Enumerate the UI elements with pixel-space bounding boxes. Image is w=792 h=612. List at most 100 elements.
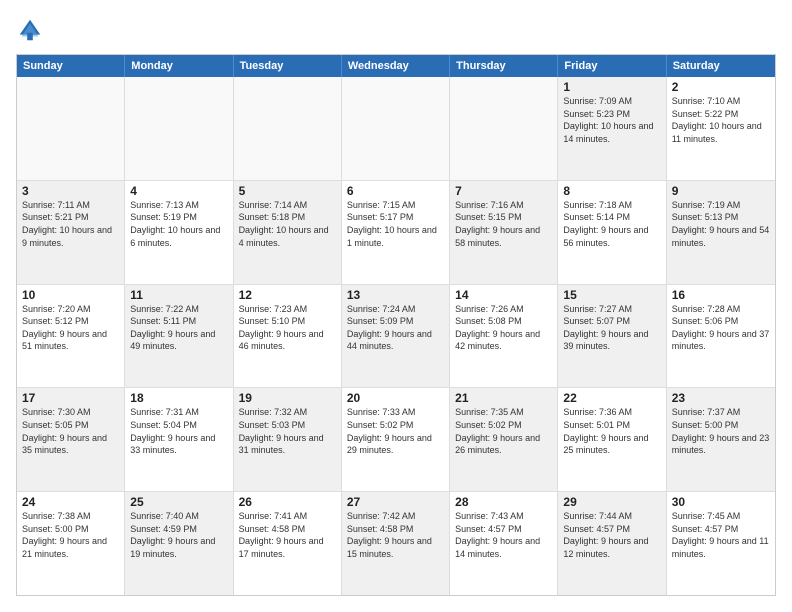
calendar-cell-day-14: 14Sunrise: 7:26 AM Sunset: 5:08 PM Dayli… [450, 285, 558, 388]
day-number: 26 [239, 495, 336, 509]
day-number: 15 [563, 288, 660, 302]
calendar-cell-day-6: 6Sunrise: 7:15 AM Sunset: 5:17 PM Daylig… [342, 181, 450, 284]
day-number: 30 [672, 495, 770, 509]
cell-info-text: Sunrise: 7:22 AM Sunset: 5:11 PM Dayligh… [130, 303, 227, 353]
calendar: SundayMondayTuesdayWednesdayThursdayFrid… [16, 54, 776, 596]
cell-info-text: Sunrise: 7:28 AM Sunset: 5:06 PM Dayligh… [672, 303, 770, 353]
calendar-cell-day-22: 22Sunrise: 7:36 AM Sunset: 5:01 PM Dayli… [558, 388, 666, 491]
cell-info-text: Sunrise: 7:38 AM Sunset: 5:00 PM Dayligh… [22, 510, 119, 560]
cell-info-text: Sunrise: 7:15 AM Sunset: 5:17 PM Dayligh… [347, 199, 444, 249]
day-number: 4 [130, 184, 227, 198]
day-number: 27 [347, 495, 444, 509]
header-day-tuesday: Tuesday [234, 55, 342, 77]
calendar-cell-day-18: 18Sunrise: 7:31 AM Sunset: 5:04 PM Dayli… [125, 388, 233, 491]
day-number: 3 [22, 184, 119, 198]
calendar-cell-day-28: 28Sunrise: 7:43 AM Sunset: 4:57 PM Dayli… [450, 492, 558, 595]
calendar-cell-day-12: 12Sunrise: 7:23 AM Sunset: 5:10 PM Dayli… [234, 285, 342, 388]
cell-info-text: Sunrise: 7:18 AM Sunset: 5:14 PM Dayligh… [563, 199, 660, 249]
calendar-cell-empty [17, 77, 125, 180]
calendar-body: 1Sunrise: 7:09 AM Sunset: 5:23 PM Daylig… [17, 77, 775, 595]
day-number: 8 [563, 184, 660, 198]
page: SundayMondayTuesdayWednesdayThursdayFrid… [0, 0, 792, 612]
day-number: 12 [239, 288, 336, 302]
calendar-cell-day-10: 10Sunrise: 7:20 AM Sunset: 5:12 PM Dayli… [17, 285, 125, 388]
header-day-friday: Friday [558, 55, 666, 77]
header-day-monday: Monday [125, 55, 233, 77]
header [16, 16, 776, 44]
calendar-cell-day-11: 11Sunrise: 7:22 AM Sunset: 5:11 PM Dayli… [125, 285, 233, 388]
cell-info-text: Sunrise: 7:32 AM Sunset: 5:03 PM Dayligh… [239, 406, 336, 456]
day-number: 2 [672, 80, 770, 94]
calendar-cell-day-17: 17Sunrise: 7:30 AM Sunset: 5:05 PM Dayli… [17, 388, 125, 491]
calendar-row-5: 24Sunrise: 7:38 AM Sunset: 5:00 PM Dayli… [17, 492, 775, 595]
day-number: 20 [347, 391, 444, 405]
cell-info-text: Sunrise: 7:11 AM Sunset: 5:21 PM Dayligh… [22, 199, 119, 249]
cell-info-text: Sunrise: 7:16 AM Sunset: 5:15 PM Dayligh… [455, 199, 552, 249]
day-number: 14 [455, 288, 552, 302]
cell-info-text: Sunrise: 7:41 AM Sunset: 4:58 PM Dayligh… [239, 510, 336, 560]
calendar-row-4: 17Sunrise: 7:30 AM Sunset: 5:05 PM Dayli… [17, 388, 775, 492]
calendar-cell-day-1: 1Sunrise: 7:09 AM Sunset: 5:23 PM Daylig… [558, 77, 666, 180]
cell-info-text: Sunrise: 7:37 AM Sunset: 5:00 PM Dayligh… [672, 406, 770, 456]
calendar-cell-day-8: 8Sunrise: 7:18 AM Sunset: 5:14 PM Daylig… [558, 181, 666, 284]
calendar-cell-day-7: 7Sunrise: 7:16 AM Sunset: 5:15 PM Daylig… [450, 181, 558, 284]
day-number: 11 [130, 288, 227, 302]
cell-info-text: Sunrise: 7:36 AM Sunset: 5:01 PM Dayligh… [563, 406, 660, 456]
calendar-cell-empty [234, 77, 342, 180]
day-number: 21 [455, 391, 552, 405]
day-number: 18 [130, 391, 227, 405]
cell-info-text: Sunrise: 7:31 AM Sunset: 5:04 PM Dayligh… [130, 406, 227, 456]
calendar-cell-day-16: 16Sunrise: 7:28 AM Sunset: 5:06 PM Dayli… [667, 285, 775, 388]
day-number: 9 [672, 184, 770, 198]
calendar-cell-day-24: 24Sunrise: 7:38 AM Sunset: 5:00 PM Dayli… [17, 492, 125, 595]
calendar-cell-empty [450, 77, 558, 180]
cell-info-text: Sunrise: 7:42 AM Sunset: 4:58 PM Dayligh… [347, 510, 444, 560]
day-number: 6 [347, 184, 444, 198]
logo-icon [16, 16, 44, 44]
cell-info-text: Sunrise: 7:23 AM Sunset: 5:10 PM Dayligh… [239, 303, 336, 353]
day-number: 19 [239, 391, 336, 405]
calendar-cell-empty [342, 77, 450, 180]
calendar-cell-day-21: 21Sunrise: 7:35 AM Sunset: 5:02 PM Dayli… [450, 388, 558, 491]
day-number: 5 [239, 184, 336, 198]
day-number: 13 [347, 288, 444, 302]
logo [16, 16, 48, 44]
calendar-cell-day-29: 29Sunrise: 7:44 AM Sunset: 4:57 PM Dayli… [558, 492, 666, 595]
calendar-cell-day-19: 19Sunrise: 7:32 AM Sunset: 5:03 PM Dayli… [234, 388, 342, 491]
calendar-cell-day-3: 3Sunrise: 7:11 AM Sunset: 5:21 PM Daylig… [17, 181, 125, 284]
cell-info-text: Sunrise: 7:19 AM Sunset: 5:13 PM Dayligh… [672, 199, 770, 249]
cell-info-text: Sunrise: 7:10 AM Sunset: 5:22 PM Dayligh… [672, 95, 770, 145]
cell-info-text: Sunrise: 7:30 AM Sunset: 5:05 PM Dayligh… [22, 406, 119, 456]
cell-info-text: Sunrise: 7:45 AM Sunset: 4:57 PM Dayligh… [672, 510, 770, 560]
cell-info-text: Sunrise: 7:43 AM Sunset: 4:57 PM Dayligh… [455, 510, 552, 560]
day-number: 16 [672, 288, 770, 302]
calendar-cell-day-2: 2Sunrise: 7:10 AM Sunset: 5:22 PM Daylig… [667, 77, 775, 180]
cell-info-text: Sunrise: 7:35 AM Sunset: 5:02 PM Dayligh… [455, 406, 552, 456]
calendar-cell-day-26: 26Sunrise: 7:41 AM Sunset: 4:58 PM Dayli… [234, 492, 342, 595]
cell-info-text: Sunrise: 7:24 AM Sunset: 5:09 PM Dayligh… [347, 303, 444, 353]
calendar-cell-day-9: 9Sunrise: 7:19 AM Sunset: 5:13 PM Daylig… [667, 181, 775, 284]
calendar-cell-day-23: 23Sunrise: 7:37 AM Sunset: 5:00 PM Dayli… [667, 388, 775, 491]
header-day-saturday: Saturday [667, 55, 775, 77]
header-day-thursday: Thursday [450, 55, 558, 77]
calendar-cell-day-27: 27Sunrise: 7:42 AM Sunset: 4:58 PM Dayli… [342, 492, 450, 595]
cell-info-text: Sunrise: 7:20 AM Sunset: 5:12 PM Dayligh… [22, 303, 119, 353]
calendar-cell-day-15: 15Sunrise: 7:27 AM Sunset: 5:07 PM Dayli… [558, 285, 666, 388]
calendar-cell-day-4: 4Sunrise: 7:13 AM Sunset: 5:19 PM Daylig… [125, 181, 233, 284]
calendar-cell-day-25: 25Sunrise: 7:40 AM Sunset: 4:59 PM Dayli… [125, 492, 233, 595]
day-number: 17 [22, 391, 119, 405]
day-number: 10 [22, 288, 119, 302]
day-number: 25 [130, 495, 227, 509]
day-number: 24 [22, 495, 119, 509]
day-number: 29 [563, 495, 660, 509]
calendar-row-1: 1Sunrise: 7:09 AM Sunset: 5:23 PM Daylig… [17, 77, 775, 181]
calendar-cell-day-13: 13Sunrise: 7:24 AM Sunset: 5:09 PM Dayli… [342, 285, 450, 388]
calendar-cell-day-20: 20Sunrise: 7:33 AM Sunset: 5:02 PM Dayli… [342, 388, 450, 491]
cell-info-text: Sunrise: 7:09 AM Sunset: 5:23 PM Dayligh… [563, 95, 660, 145]
header-day-sunday: Sunday [17, 55, 125, 77]
cell-info-text: Sunrise: 7:40 AM Sunset: 4:59 PM Dayligh… [130, 510, 227, 560]
cell-info-text: Sunrise: 7:14 AM Sunset: 5:18 PM Dayligh… [239, 199, 336, 249]
day-number: 23 [672, 391, 770, 405]
header-day-wednesday: Wednesday [342, 55, 450, 77]
calendar-header: SundayMondayTuesdayWednesdayThursdayFrid… [17, 55, 775, 77]
